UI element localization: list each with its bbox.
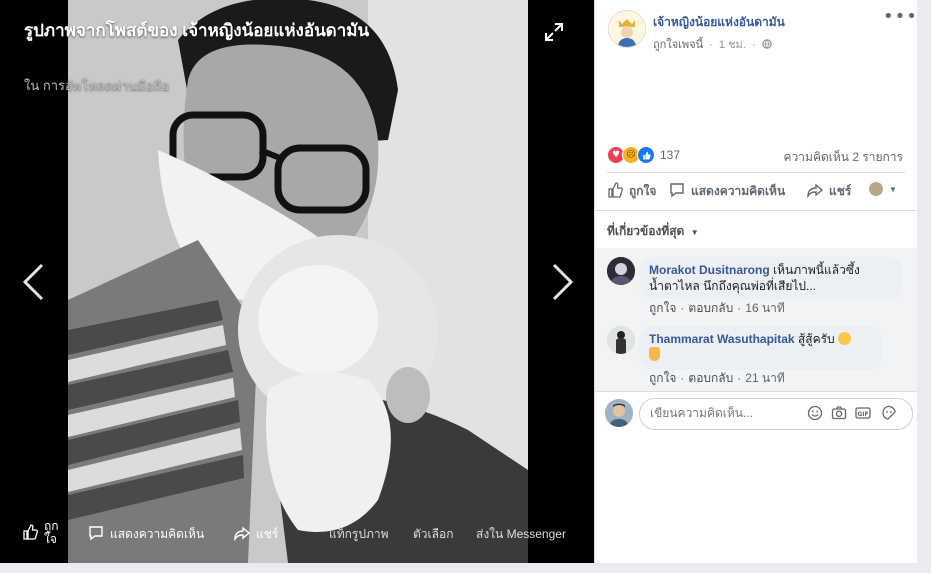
previous-photo-button[interactable] [20, 262, 46, 309]
comment-text-line2: น้ำตาไหล นึกถึงคุณพ่อที่เสียไป... [649, 279, 816, 293]
reaction-profile-selector[interactable]: ▼ [869, 182, 897, 196]
page-background-strip [594, 563, 916, 573]
comment-input[interactable] [650, 406, 800, 420]
victory-hand-emoji-icon [649, 347, 660, 361]
photo-action-bar: ถูก ใจ แสดงความคิดเห็น แชร์ แท็กรูปภาพ ต… [0, 512, 594, 563]
viewer-share-button[interactable]: แชร์ [234, 525, 278, 544]
fullscreen-icon[interactable] [544, 22, 566, 44]
like-button[interactable]: ถูกใจ [607, 182, 656, 201]
current-user-avatar[interactable] [605, 399, 633, 427]
viewer-comment-label: แสดงความคิดเห็น [110, 527, 205, 541]
comment-text-line1: เห็นภาพนี้แล้วซึ้ง [773, 263, 860, 277]
options-link[interactable]: ตัวเลือก [413, 525, 453, 544]
commenter-avatar[interactable] [607, 326, 635, 354]
reaction-count: 137 [660, 148, 681, 162]
comment-sort-dropdown[interactable]: ที่เกี่ยวข้องที่สุด ▼ [607, 222, 699, 241]
comment-time[interactable]: 21 นาที [745, 371, 785, 385]
comment-composer[interactable]: GIF [639, 398, 913, 430]
tag-photo-link[interactable]: แท็กรูปภาพ [329, 525, 389, 544]
divider [595, 210, 917, 211]
svg-text:GIF: GIF [857, 411, 868, 418]
comment-count-link[interactable]: ความคิดเห็น 2 รายการ [784, 148, 903, 167]
page-avatar[interactable] [608, 10, 646, 48]
post-details-panel: เจ้าหญิงน้อยแห่งอันดามัน ถูกใจเพจนี้ · 1… [594, 0, 917, 563]
divider [607, 172, 905, 173]
like-page-link[interactable]: ถูกใจเพจนี้ [653, 39, 703, 51]
chevron-down-icon: ▼ [889, 184, 897, 194]
comment-sort-label: ที่เกี่ยวข้องที่สุด [607, 224, 685, 238]
more-options-icon[interactable]: ••• [883, 6, 918, 27]
share-label: แชร์ [829, 184, 852, 198]
comment-bubble: Thammarat Wasuthapitak สู้สู้ครับ [639, 326, 883, 370]
viewer-like-button[interactable]: ถูก ใจ [22, 520, 59, 546]
commenter-avatar[interactable] [607, 257, 635, 285]
comment-author-link[interactable]: Thammarat Wasuthapitak [649, 332, 795, 346]
comment-like-link[interactable]: ถูกใจ [649, 371, 676, 385]
grin-emoji-icon [838, 332, 852, 345]
photo-viewer: รูปภาพจากโพสต์ของ เจ้าหญิงน้อยแห่งอันดาม… [0, 0, 594, 563]
emoji-icon[interactable] [806, 405, 824, 423]
reaction-summary[interactable]: ♥ ☹ 137 [607, 146, 680, 164]
share-icon [234, 525, 251, 544]
post-meta: ถูกใจเพจนี้ · 1 ชม. · [653, 35, 772, 53]
comment-author-link[interactable]: Morakot Dusitnarong [649, 263, 770, 277]
thumbs-up-icon [607, 182, 624, 201]
photo-caption-title: รูปภาพจากโพสต์ของ เจ้าหญิงน้อยแห่งอันดาม… [24, 21, 370, 40]
viewer-share-label: แชร์ [256, 527, 279, 541]
comment-bubble: Morakot Dusitnarong เห็นภาพนี้แล้วซึ้ง น… [639, 257, 903, 299]
comment-icon [88, 525, 104, 544]
comment-reply-link[interactable]: ตอบกลับ [688, 301, 733, 315]
user-avatar-small [869, 182, 883, 196]
comment-meta: ถูกใจ · ตอบกลับ · 16 นาที [649, 301, 785, 315]
comment-text: สู้สู้ครับ [797, 332, 835, 346]
viewer-like-label-line2: ใจ [44, 532, 57, 546]
camera-icon[interactable] [830, 405, 848, 423]
post-time[interactable]: 1 ชม. [719, 39, 746, 51]
comment-meta: ถูกใจ · ตอบกลับ · 21 นาที [649, 371, 785, 385]
page-name-link[interactable]: เจ้าหญิงน้อยแห่งอันดามัน [653, 13, 785, 32]
comment-button[interactable]: แสดงความคิดเห็น [669, 182, 785, 201]
divider [595, 391, 917, 392]
share-icon [807, 182, 824, 201]
like-reaction-icon [637, 146, 655, 164]
send-in-messenger-link[interactable]: ส่งใน Messenger [476, 525, 566, 544]
comment-time[interactable]: 16 นาที [745, 301, 785, 315]
meta-separator: · [709, 39, 713, 51]
viewer-comment-button[interactable]: แสดงความคิดเห็น [88, 525, 204, 544]
caret-down-icon: ▼ [690, 228, 699, 237]
comment-like-link[interactable]: ถูกใจ [649, 301, 676, 315]
comment-reply-link[interactable]: ตอบกลับ [688, 371, 733, 385]
next-photo-button[interactable] [550, 262, 576, 309]
comment-icon [669, 182, 685, 201]
thumbs-up-icon [22, 523, 39, 543]
like-label: ถูกใจ [629, 184, 657, 198]
globe-icon [761, 39, 772, 51]
sticker-icon[interactable] [880, 405, 898, 423]
meta-separator-2: · [751, 39, 756, 51]
share-button[interactable]: แชร์ [807, 182, 851, 201]
comment-label: แสดงความคิดเห็น [691, 184, 786, 198]
gif-icon[interactable]: GIF [854, 405, 872, 423]
photo-caption-subtitle[interactable]: ใน การอัพโหลดผ่านมือถือ [24, 75, 169, 96]
